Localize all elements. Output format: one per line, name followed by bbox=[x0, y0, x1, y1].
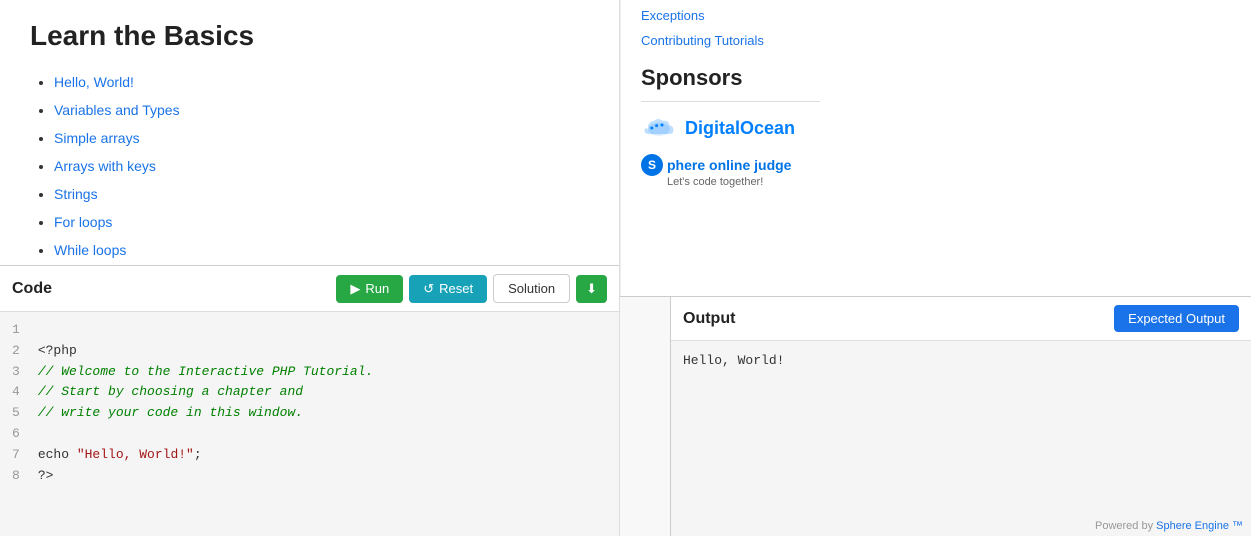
digitalocean-icon bbox=[641, 114, 677, 142]
digitalocean-name: DigitalOcean bbox=[685, 118, 795, 139]
output-toolbar: Output Expected Output bbox=[671, 297, 1251, 341]
top-links: Exceptions Contributing Tutorials bbox=[641, 0, 820, 53]
page-title: Learn the Basics bbox=[30, 20, 589, 52]
list-item: Strings bbox=[54, 180, 589, 208]
list-item: While loops bbox=[54, 236, 589, 264]
list-item: For loops bbox=[54, 208, 589, 236]
exceptions-link[interactable]: Exceptions bbox=[641, 4, 820, 29]
powered-by: Powered by Sphere Engine ™ bbox=[671, 516, 1251, 536]
contributing-tutorials-link[interactable]: Contributing Tutorials bbox=[641, 29, 820, 54]
reset-icon: ↺ bbox=[423, 281, 434, 297]
solution-button[interactable]: Solution bbox=[493, 274, 570, 303]
code-editor[interactable]: 1 2 3 4 5 6 7 8 <?php // Welcome to the … bbox=[0, 312, 619, 536]
sponsor-sphere[interactable]: S phere online judge Let's code together… bbox=[641, 154, 820, 188]
sidebar: Exceptions Contributing Tutorials Sponso… bbox=[620, 0, 840, 296]
download-icon: ⬇ bbox=[586, 281, 597, 297]
line-numbers: 1 2 3 4 5 6 7 8 bbox=[0, 320, 30, 528]
nav-link-hello[interactable]: Hello, World! bbox=[54, 74, 134, 90]
run-button[interactable]: ▶ Run bbox=[336, 275, 403, 303]
sponsor-digitalocean[interactable]: DigitalOcean bbox=[641, 114, 820, 142]
download-button[interactable]: ⬇ bbox=[576, 275, 607, 303]
nav-link-simple-arrays[interactable]: Simple arrays bbox=[54, 130, 140, 146]
sphere-brand-name: phere online judge bbox=[667, 157, 791, 173]
sphere-logo: S bbox=[641, 154, 663, 176]
code-toolbar: Code ▶ Run ↺ Reset Solution ⬇ bbox=[0, 266, 619, 312]
output-text: Hello, World! bbox=[683, 353, 784, 368]
output-label: Output bbox=[683, 310, 1114, 328]
list-item: Variables and Types bbox=[54, 96, 589, 124]
code-label: Code bbox=[12, 280, 52, 298]
sponsors-title: Sponsors bbox=[641, 65, 820, 91]
nav-link-arrays-keys[interactable]: Arrays with keys bbox=[54, 158, 156, 174]
output-content: Hello, World! bbox=[671, 341, 1251, 516]
run-icon: ▶ bbox=[350, 281, 360, 297]
sphere-subtitle: Let's code together! bbox=[667, 176, 820, 188]
expected-output-button[interactable]: Expected Output bbox=[1114, 305, 1239, 332]
list-item: Simple arrays bbox=[54, 124, 589, 152]
code-content: <?php // Welcome to the Interactive PHP … bbox=[30, 320, 381, 528]
nav-link-variables[interactable]: Variables and Types bbox=[54, 102, 180, 118]
list-item: Arrays with keys bbox=[54, 152, 589, 180]
nav-link-for-loops[interactable]: For loops bbox=[54, 214, 112, 230]
nav-list: Hello, World! Variables and Types Simple… bbox=[30, 68, 589, 265]
reset-button[interactable]: ↺ Reset bbox=[409, 275, 487, 303]
nav-link-strings[interactable]: Strings bbox=[54, 186, 98, 202]
sphere-engine-link[interactable]: Sphere Engine ™ bbox=[1156, 520, 1243, 532]
nav-link-while-loops[interactable]: While loops bbox=[54, 242, 126, 258]
code-panel: Code ▶ Run ↺ Reset Solution ⬇ 1 bbox=[0, 265, 619, 536]
list-item: Hello, World! bbox=[54, 68, 589, 96]
